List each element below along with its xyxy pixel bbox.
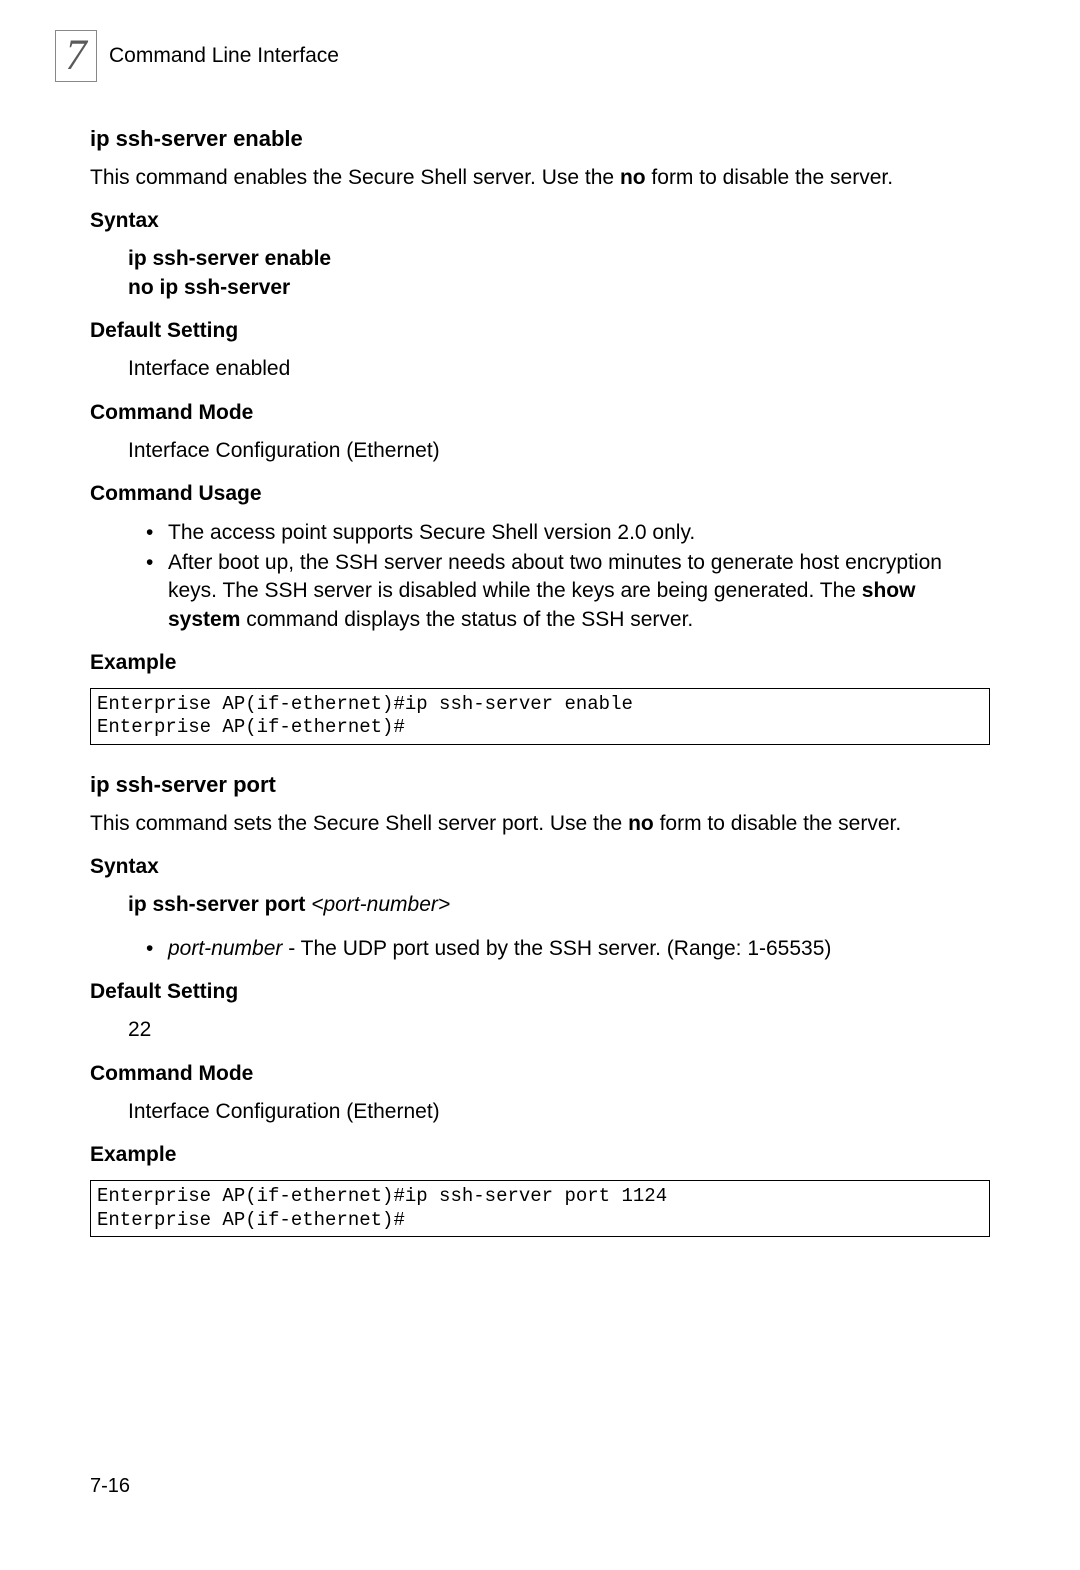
default-setting-label: Default Setting [90,317,990,345]
command-mode-value: Interface Configuration (Ethernet) [128,1098,990,1126]
command-description: This command enables the Secure Shell se… [90,164,990,192]
chapter-number-box: 7 [55,30,97,82]
command-mode-label: Command Mode [90,1060,990,1088]
example-code-box: Enterprise AP(if-ethernet)#ip ssh-server… [90,1180,990,1238]
syntax-line: ip ssh-server enable [128,245,990,273]
command-description: This command sets the Secure Shell serve… [90,810,990,838]
command-mode-value: Interface Configuration (Ethernet) [128,437,990,465]
desc-text: form to disable the server. [654,812,901,835]
usage-text: command displays the status of the SSH s… [240,608,693,631]
chapter-number: 7 [65,27,87,85]
command-section-2: ip ssh-server port This command sets the… [90,770,990,1237]
chapter-title: Command Line Interface [109,42,339,70]
syntax-block: ip ssh-server enable no ip ssh-server [128,245,990,302]
desc-bold: no [628,812,654,835]
syntax-label: Syntax [90,853,990,881]
param-list: port-number - The UDP port used by the S… [146,935,990,963]
example-code-box: Enterprise AP(if-ethernet)#ip ssh-server… [90,688,990,746]
default-setting-value: 22 [128,1016,990,1044]
page-number: 7-16 [90,1473,130,1500]
syntax-italic: <port-number> [311,893,450,916]
syntax-bold: ip ssh-server port [128,893,311,916]
command-title: ip ssh-server enable [90,124,990,154]
syntax-block: ip ssh-server port <port-number> [128,891,990,919]
syntax-label: Syntax [90,207,990,235]
list-item: The access point supports Secure Shell v… [146,519,990,547]
example-label: Example [90,649,990,677]
desc-bold: no [620,166,646,189]
list-item: port-number - The UDP port used by the S… [146,935,990,963]
command-title: ip ssh-server port [90,770,990,800]
example-label: Example [90,1141,990,1169]
desc-text: This command sets the Secure Shell serve… [90,812,628,835]
default-setting-value: Interface enabled [128,355,990,383]
desc-text: form to disable the server. [646,166,893,189]
command-mode-label: Command Mode [90,399,990,427]
desc-text: This command enables the Secure Shell se… [90,166,620,189]
command-usage-label: Command Usage [90,480,990,508]
param-desc: - The UDP port used by the SSH server. (… [282,937,831,960]
usage-text: After boot up, the SSH server needs abou… [168,551,942,602]
param-name: port-number [168,937,282,960]
command-section-1: ip ssh-server enable This command enable… [90,124,990,745]
syntax-line: no ip ssh-server [128,274,990,302]
usage-list: The access point supports Secure Shell v… [146,519,990,634]
list-item: After boot up, the SSH server needs abou… [146,549,990,634]
chapter-header: 7 Command Line Interface [55,30,990,82]
default-setting-label: Default Setting [90,978,990,1006]
